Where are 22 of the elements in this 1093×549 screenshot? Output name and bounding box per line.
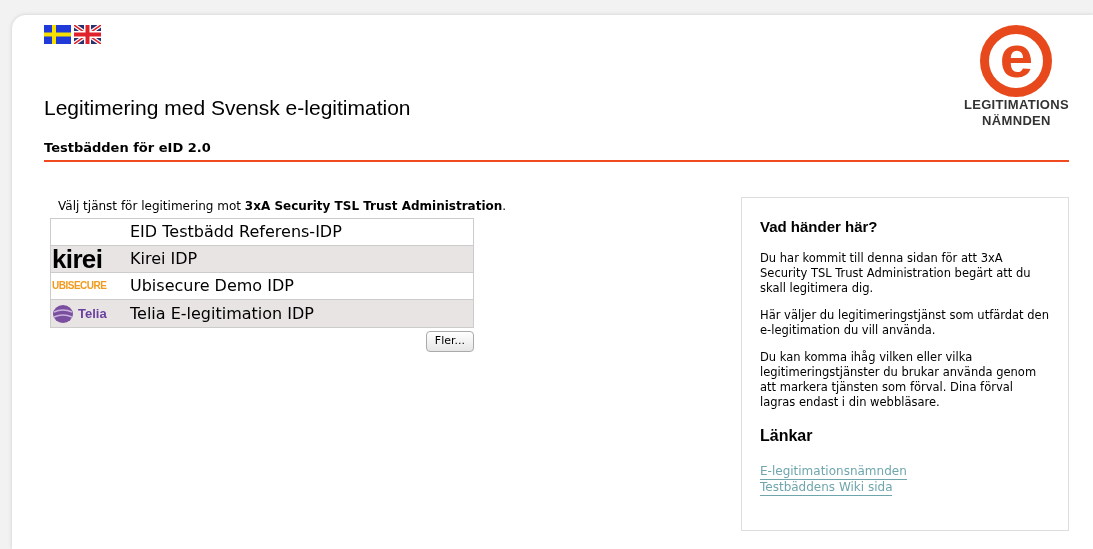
- more-button[interactable]: Fler...: [425, 331, 474, 352]
- page-title: Legitimering med Svensk e-legitimation: [44, 95, 411, 121]
- kirei-logo: kirei: [52, 246, 103, 272]
- idp-name: Kirei IDP: [130, 248, 198, 270]
- idp-row[interactable]: kirei Kirei IDP: [51, 246, 473, 273]
- idp-name: EID Testbädd Referens-IDP: [130, 221, 342, 243]
- british-flag-icon[interactable]: [74, 25, 101, 44]
- intro-text: Välj tjänst för legitimering mot 3xA Security TSL Trust Administration.: [58, 198, 507, 215]
- info-heading: Vad händer här?: [760, 217, 879, 237]
- info-paragraph: Här väljer du legitimeringstjänst som utfärdat den e-legitimation du vill använda.: [760, 307, 1050, 338]
- swedish-flag-icon[interactable]: [44, 25, 71, 44]
- idp-name: Ubisecure Demo IDP: [130, 275, 294, 297]
- telia-logo: Telia: [78, 304, 107, 323]
- idp-row[interactable]: Telia Telia E-legitimation IDP: [51, 300, 473, 327]
- idp-name: Telia E-legitimation IDP: [130, 302, 314, 325]
- telia-globe-icon: [52, 303, 74, 324]
- ubisecure-logo: UBISECURE: [52, 281, 107, 291]
- logo: e LEGITIMATIONS NÄMNDEN: [963, 22, 1069, 129]
- info-paragraph: Du har kommit till denna sidan för att 3xA Security TSL Trust Administration begärt att du skall legitimera dig.: [760, 250, 1032, 296]
- subtitle: Testbädden för eID 2.0: [44, 140, 211, 155]
- links-heading: Länkar: [760, 425, 814, 446]
- info-paragraph: Du kan komma ihåg vilken eller vilka legitimeringstjänster du brukar använda genom att markera tjänsten som förval. Dina förval lagras endast i din webbläsare.: [760, 349, 1038, 410]
